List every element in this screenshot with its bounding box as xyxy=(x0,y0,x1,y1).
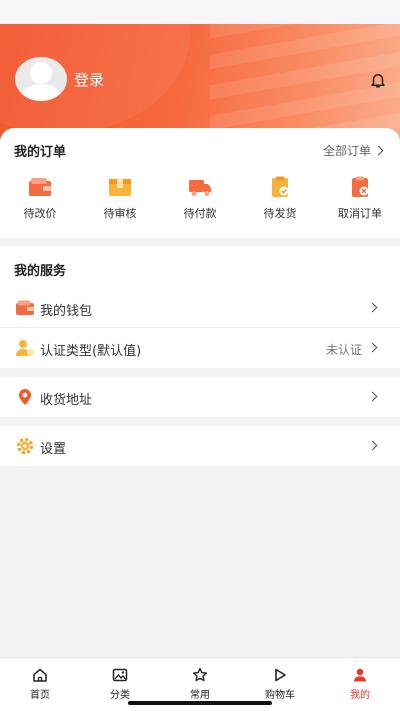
order-status-label: 待发货 xyxy=(263,207,297,220)
order-status-pending-review[interactable]: 待审核 xyxy=(80,176,160,224)
location-pin-icon xyxy=(19,389,31,405)
address-row[interactable]: 收货地址 xyxy=(0,377,400,417)
login-link[interactable]: 登录 xyxy=(74,69,104,90)
services-card: 我的服务 我的钱包 认证类型(默认值) 未认证 xyxy=(0,246,400,368)
home-icon xyxy=(33,668,47,682)
verification-status: 未认证 xyxy=(325,343,362,357)
clipboard-check-icon xyxy=(272,176,289,197)
chevron-right-icon xyxy=(367,342,378,353)
wallet-icon xyxy=(16,300,34,315)
image-icon xyxy=(112,668,128,682)
star-icon xyxy=(193,667,207,682)
tab-label: 分类 xyxy=(110,690,130,701)
services-title: 我的服务 xyxy=(14,264,67,279)
truck-icon xyxy=(189,180,211,196)
tab-label: 首页 xyxy=(30,690,50,701)
home-indicator xyxy=(128,701,272,705)
user-verify-icon xyxy=(16,340,34,356)
chevron-right-icon xyxy=(367,440,378,451)
order-status-pending-payment[interactable]: 待付款 xyxy=(160,176,240,224)
profile-header: 登录 xyxy=(0,24,400,144)
chevron-right-icon xyxy=(367,391,378,402)
orders-card: 我的订单 全部订单 待改价 待审核 待付款 待发货 取消订单 xyxy=(0,128,400,238)
settings-row[interactable]: 设置 xyxy=(0,426,400,466)
avatar[interactable] xyxy=(15,57,67,101)
play-icon xyxy=(275,668,286,682)
order-status-label: 待审核 xyxy=(103,207,137,220)
chevron-right-icon xyxy=(373,145,384,156)
order-status-cancelled[interactable]: 取消订单 xyxy=(320,176,400,224)
clipboard-cancel-icon xyxy=(352,176,369,197)
wallet-label: 我的钱包 xyxy=(40,304,93,319)
tab-label: 购物车 xyxy=(265,690,295,701)
all-orders-label: 全部订单 xyxy=(322,144,371,158)
user-icon xyxy=(354,668,366,682)
orders-title: 我的订单 xyxy=(14,145,67,160)
wallet-row[interactable]: 我的钱包 xyxy=(0,288,400,328)
all-orders-link[interactable]: 全部订单 xyxy=(322,142,384,159)
wallet-icon xyxy=(29,178,51,196)
order-status-pending-price[interactable]: 待改价 xyxy=(0,176,80,224)
settings-label: 设置 xyxy=(40,442,67,457)
status-bar xyxy=(0,0,400,24)
order-status-row: 待改价 待审核 待付款 待发货 取消订单 xyxy=(0,176,400,224)
bell-icon[interactable] xyxy=(369,71,387,89)
verification-row[interactable]: 认证类型(默认值) 未认证 xyxy=(0,328,400,368)
order-status-label: 待改价 xyxy=(23,207,57,220)
chevron-right-icon xyxy=(367,302,378,313)
tab-mine[interactable]: 我的 xyxy=(320,658,400,711)
package-icon xyxy=(109,179,131,196)
settings-card: 设置 xyxy=(0,426,400,466)
order-status-pending-shipment[interactable]: 待发货 xyxy=(240,176,320,224)
tab-home[interactable]: 首页 xyxy=(0,658,80,711)
address-label: 收货地址 xyxy=(40,393,93,408)
order-status-label: 待付款 xyxy=(183,207,217,220)
gear-icon xyxy=(16,437,34,455)
order-status-label: 取消订单 xyxy=(338,207,382,220)
address-card: 收货地址 xyxy=(0,377,400,417)
tab-label: 常用 xyxy=(190,690,210,701)
tab-label: 我的 xyxy=(350,690,370,701)
verification-label: 认证类型(默认值) xyxy=(40,344,142,359)
